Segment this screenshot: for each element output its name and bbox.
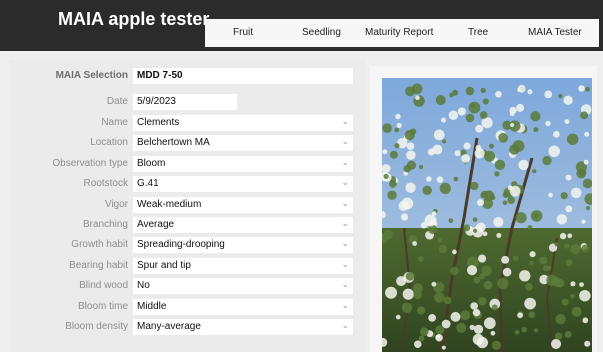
bloom-time-label: Bloom time [77,300,128,312]
vigor-label: Vigor [104,198,128,210]
apple-tree-bloom-image [382,78,592,352]
vigor-row: Vigor Weak-medium ⌄ [9,196,365,213]
observation-form: MAIA Selection MDD 7-50 Date 5/9/2023 Na… [9,60,365,352]
chevron-down-icon[interactable]: ⌄ [341,178,349,188]
selection-label: MAIA Selection [55,70,128,81]
observation-type-label: Observation type [52,157,128,169]
bearing-habit-value: Spur and tip [137,259,191,271]
chevron-down-icon[interactable]: ⌄ [341,280,349,290]
branching-row: Branching Average ⌄ [9,217,365,233]
tab-tree[interactable]: Tree [468,27,488,38]
tab-bar: Fruit Seedling Maturity Report Tree MAIA… [205,19,599,47]
chevron-down-icon[interactable]: ⌄ [341,219,349,229]
blind-wood-label: Blind wood [79,280,128,292]
tree-photo [382,78,592,352]
chevron-down-icon[interactable]: ⌄ [341,239,349,249]
tab-maia-tester[interactable]: MAIA Tester [528,27,582,38]
observation-type-row: Observation type Bloom ⌄ [9,155,365,172]
chevron-down-icon[interactable]: ⌄ [341,158,349,168]
name-value: Clements [137,117,180,128]
growth-habit-select[interactable]: Spreading-drooping ⌄ [133,237,353,254]
chevron-down-icon[interactable]: ⌄ [341,117,349,127]
name-select[interactable]: Clements ⌄ [133,115,353,131]
observation-type-select[interactable]: Bloom ⌄ [133,155,353,172]
location-value: Belchertown MA [137,137,210,149]
growth-habit-label: Growth habit [71,239,128,251]
bloom-time-row: Bloom time Middle ⌄ [9,298,365,315]
rootstock-label: Rootstock [83,178,128,190]
name-label: Name [101,117,128,128]
tab-fruit[interactable]: Fruit [233,27,253,38]
location-select[interactable]: Belchertown MA ⌄ [133,135,353,152]
app-header: MAIA apple tester Fruit Seedling Maturit… [0,0,603,51]
bloom-density-row: Bloom density Many-average ⌄ [9,319,365,335]
selection-field[interactable]: MDD 7-50 [133,68,353,84]
growth-habit-value: Spreading-drooping [137,239,225,251]
branching-value: Average [137,219,175,230]
bloom-density-value: Many-average [137,321,201,332]
chevron-down-icon[interactable]: ⌄ [341,301,349,311]
vigor-select[interactable]: Weak-medium ⌄ [133,196,353,213]
location-row: Location Belchertown MA ⌄ [9,135,365,152]
blind-wood-select[interactable]: No ⌄ [133,278,353,295]
bloom-time-value: Middle [137,300,167,312]
location-label: Location [90,137,128,149]
tab-maturity-report[interactable]: Maturity Report [365,27,433,38]
rootstock-row: Rootstock G.41 ⌄ [9,176,365,193]
observation-type-value: Bloom [137,157,166,169]
chevron-down-icon[interactable]: ⌄ [341,137,349,147]
rootstock-select[interactable]: G.41 ⌄ [133,176,353,193]
date-label: Date [106,96,128,107]
rootstock-value: G.41 [137,178,159,190]
app-title: MAIA apple tester [58,9,210,29]
bloom-time-select[interactable]: Middle ⌄ [133,298,353,315]
vigor-value: Weak-medium [137,198,202,210]
branching-label: Branching [82,219,128,230]
blind-wood-value: No [137,280,150,292]
growth-habit-row: Growth habit Spreading-drooping ⌄ [9,237,365,254]
name-row: Name Clements ⌄ [9,115,365,131]
bearing-habit-label: Bearing habit [69,259,128,271]
selection-row: MAIA Selection MDD 7-50 [9,68,365,84]
bearing-habit-row: Bearing habit Spur and tip ⌄ [9,257,365,274]
bearing-habit-select[interactable]: Spur and tip ⌄ [133,257,353,274]
branching-select[interactable]: Average ⌄ [133,217,353,233]
blind-wood-row: Blind wood No ⌄ [9,278,365,295]
tab-seedling[interactable]: Seedling [302,27,341,38]
date-row: Date 5/9/2023 [9,94,365,110]
date-field[interactable]: 5/9/2023 [133,94,237,110]
chevron-down-icon[interactable]: ⌄ [341,260,349,270]
chevron-down-icon[interactable]: ⌄ [341,199,349,209]
chevron-down-icon[interactable]: ⌄ [341,321,349,331]
bloom-density-label: Bloom density [65,321,128,332]
bloom-density-select[interactable]: Many-average ⌄ [133,319,353,335]
